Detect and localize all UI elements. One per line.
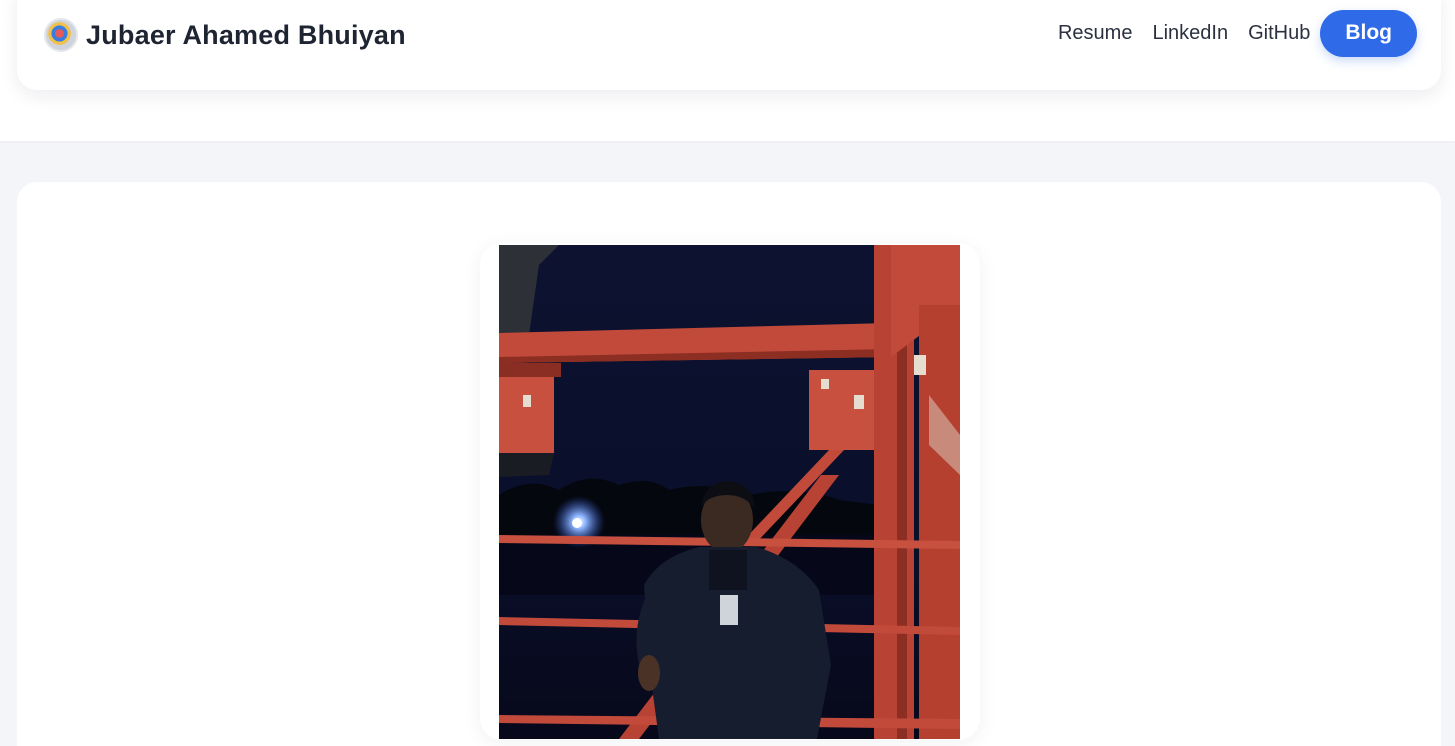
brand-name[interactable]: Jubaer Ahamed Bhuiyan <box>86 20 406 51</box>
blog-button[interactable]: Blog <box>1320 9 1417 57</box>
nav-link-github[interactable]: GitHub <box>1248 22 1310 45</box>
nav-link-resume[interactable]: Resume <box>1058 22 1132 45</box>
profile-photo-image <box>499 245 960 739</box>
nav-link-linkedin[interactable]: LinkedIn <box>1152 22 1228 45</box>
avatar-logo-icon[interactable] <box>44 18 78 52</box>
brand[interactable]: Jubaer Ahamed Bhuiyan <box>44 17 406 53</box>
profile-photo <box>499 245 960 739</box>
nav-links: Resume LinkedIn GitHub Blog <box>1058 9 1417 57</box>
